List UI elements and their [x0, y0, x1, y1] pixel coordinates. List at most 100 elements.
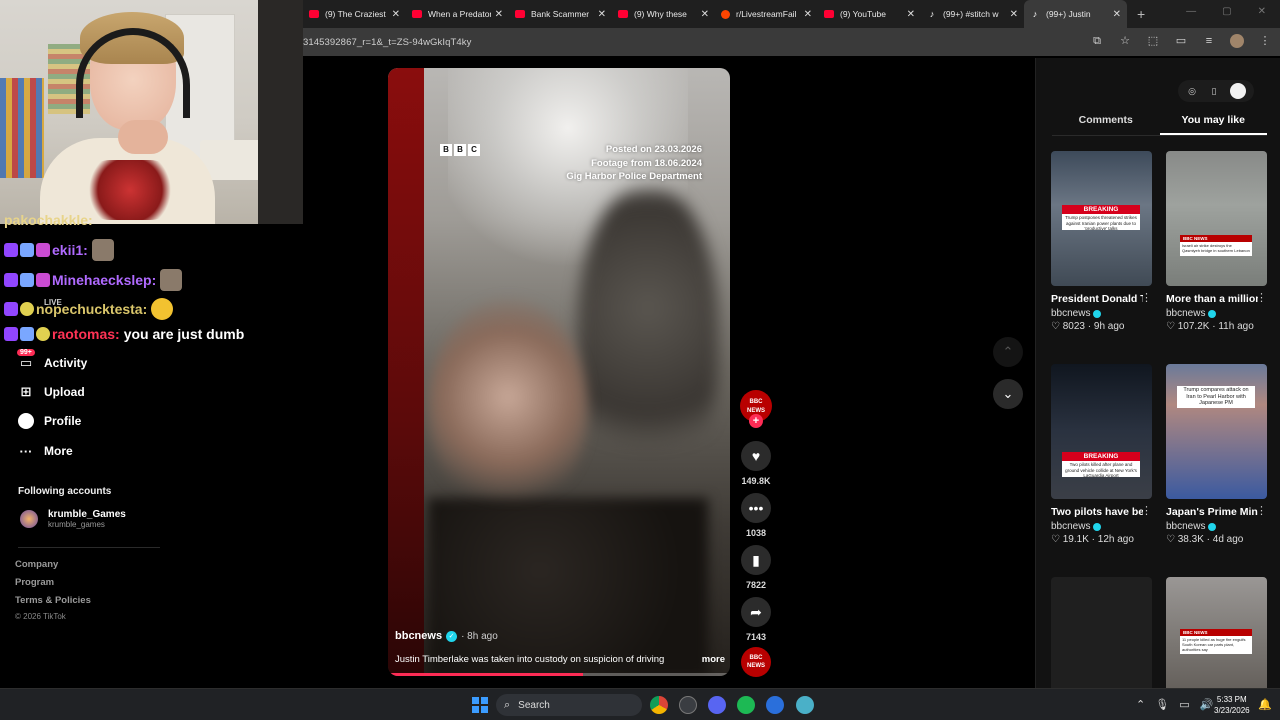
- close-tab-icon[interactable]: ✕: [907, 9, 915, 20]
- cast-icon[interactable]: ▭: [1174, 34, 1188, 48]
- app-icon[interactable]: [796, 696, 814, 714]
- taskbar-clock[interactable]: 5:33 PM 3/23/2026: [1214, 694, 1250, 716]
- footer-link-terms[interactable]: Terms & Policies: [15, 595, 91, 606]
- url-text[interactable]: 3145392867_r=1&_t=ZS-94wGkIqT4ky: [303, 37, 472, 48]
- browser-menu-icon[interactable]: ⋮: [1258, 34, 1272, 48]
- volume-icon[interactable]: 🔊: [1200, 698, 1214, 711]
- youtube-icon: [824, 10, 834, 18]
- gift-badge-icon: [20, 243, 34, 257]
- sound-disc[interactable]: BBC NEWS: [741, 647, 771, 677]
- more-button[interactable]: more: [702, 654, 725, 665]
- video-thumbnail[interactable]: BBC NEWS Israeli air strike destroys the…: [1166, 151, 1267, 286]
- browser-tab[interactable]: (9) Why these ✕: [612, 0, 715, 28]
- close-tab-icon[interactable]: ✕: [598, 9, 606, 20]
- chevron-up-icon[interactable]: ⌃: [1136, 698, 1145, 711]
- recommended-video-card[interactable]: BREAKING Two pilots killed after plane a…: [1051, 364, 1152, 545]
- browser-tab[interactable]: (9) YouTube ✕: [818, 0, 921, 28]
- video-thumbnail[interactable]: Trump compares attack on Iran to Pearl H…: [1166, 364, 1267, 499]
- notification-bell-icon[interactable]: 🔔: [1258, 698, 1272, 711]
- card-menu-icon[interactable]: ⋮: [1256, 291, 1267, 304]
- address-bar[interactable]: 3145392867_r=1&_t=ZS-94wGkIqT4ky ⧉ ☆ ⬚ ▭…: [303, 28, 1280, 56]
- video-progress-bar[interactable]: [388, 673, 730, 676]
- save-button[interactable]: ▮ 7822: [740, 545, 772, 590]
- taskbar-search[interactable]: ⌕ Search: [496, 694, 642, 716]
- verified-icon: ✓: [446, 630, 458, 642]
- video-thumbnail[interactable]: BREAKING Two pilots killed after plane a…: [1051, 364, 1152, 499]
- card-menu-icon[interactable]: ⋮: [1141, 291, 1152, 304]
- chat-emote: [160, 269, 183, 291]
- compass-icon[interactable]: ◎: [1186, 85, 1198, 97]
- windows-start-icon[interactable]: [472, 697, 488, 713]
- share-icon: ➦: [741, 597, 771, 627]
- chat-message: nopechucktesta:: [4, 298, 174, 320]
- install-app-icon[interactable]: ⧉: [1090, 34, 1104, 48]
- close-tab-icon[interactable]: ✕: [1010, 9, 1018, 20]
- footer-link-program[interactable]: Program: [15, 577, 54, 588]
- footer-link-company[interactable]: Company: [15, 559, 58, 570]
- tab-comments[interactable]: Comments: [1052, 114, 1160, 135]
- panel-tabs: Comments You may like: [1052, 114, 1267, 136]
- microphone-icon[interactable]: 🎙: [1155, 698, 1169, 711]
- video-thumbnail[interactable]: BREAKING Trump postpones threatened stri…: [1051, 151, 1152, 286]
- discord-icon[interactable]: [708, 696, 726, 714]
- card-menu-icon[interactable]: ⋮: [1141, 504, 1152, 517]
- recommended-video-card[interactable]: BBC NEWS Israeli air strike destroys the…: [1166, 151, 1267, 332]
- sidebar-item-profile[interactable]: Profile: [18, 410, 81, 432]
- close-tab-icon[interactable]: ✕: [701, 9, 709, 20]
- following-account[interactable]: krumble_Games krumble_games: [20, 509, 126, 529]
- chat-emote: [91, 239, 114, 261]
- spotify-icon[interactable]: [737, 696, 755, 714]
- close-window-icon[interactable]: ✕: [1258, 6, 1266, 17]
- browser-tab[interactable]: ♪ (99+) #stitch w ✕: [921, 0, 1024, 28]
- verified-icon: [1093, 309, 1102, 318]
- avatar: [20, 510, 38, 528]
- heart-outline-icon: ♡: [1166, 534, 1178, 545]
- browser-tab[interactable]: r/LivestreamFail ✕: [715, 0, 818, 28]
- theme-toggle[interactable]: [1230, 83, 1246, 99]
- new-tab-button[interactable]: +: [1137, 6, 1145, 22]
- minimize-icon[interactable]: —: [1186, 6, 1196, 17]
- close-tab-icon[interactable]: ✕: [392, 9, 400, 20]
- recommended-video-card[interactable]: BREAKING Trump postpones threatened stri…: [1051, 151, 1152, 332]
- comment-button[interactable]: ••• 1038: [740, 493, 772, 538]
- next-video-button[interactable]: ⌄: [993, 379, 1023, 409]
- like-button[interactable]: ♥ 149.8K: [740, 441, 772, 486]
- chat-message: pakochakkle:: [4, 212, 93, 228]
- extensions-icon[interactable]: ⬚: [1146, 34, 1160, 48]
- follow-button[interactable]: +: [749, 414, 763, 428]
- browser-tab-active[interactable]: ♪ (99+) Justin ✕: [1024, 0, 1127, 28]
- live-label: LIVE: [44, 298, 62, 307]
- tiktok-icon: ♪: [929, 9, 935, 19]
- video-description: Justin Timberlake was taken into custody…: [395, 654, 665, 665]
- sidebar-item-more[interactable]: ··· More: [18, 440, 73, 462]
- sidebar-item-activity[interactable]: ▭ 99+ Activity: [17, 349, 87, 374]
- previous-video-button[interactable]: ⌃: [993, 337, 1023, 367]
- settings-icon[interactable]: [679, 696, 697, 714]
- sidebar-item-upload[interactable]: ⊞ Upload: [18, 381, 85, 403]
- close-tab-icon[interactable]: ✕: [804, 9, 812, 20]
- close-tab-icon[interactable]: ✕: [1113, 9, 1121, 20]
- browser-tab[interactable]: Bank Scammer ✕: [509, 0, 612, 28]
- browser-tab[interactable]: (9) The Craziest ✕: [303, 0, 406, 28]
- media-control-icon[interactable]: ≡: [1202, 34, 1216, 48]
- phone-icon[interactable]: ▯: [1208, 85, 1220, 97]
- browser-toolbar: ⧉ ☆ ⬚ ▭ ≡ ⋮: [1090, 34, 1272, 48]
- verified-icon: [1208, 522, 1217, 531]
- share-button[interactable]: ➦ 7143: [740, 597, 772, 642]
- messenger-icon[interactable]: [766, 696, 784, 714]
- network-icon[interactable]: ▭: [1179, 698, 1189, 711]
- close-tab-icon[interactable]: ✕: [495, 9, 503, 20]
- card-menu-icon[interactable]: ⋮: [1256, 504, 1267, 517]
- tab-you-may-like[interactable]: You may like: [1159, 114, 1267, 135]
- dark-wall: [258, 0, 303, 224]
- profile-avatar[interactable]: [1230, 34, 1244, 48]
- bookmark-star-icon[interactable]: ☆: [1118, 34, 1132, 48]
- video-author[interactable]: bbcnews ✓ · 8h ago: [395, 630, 725, 642]
- video-player[interactable]: B B C Posted on 23.03.2026 Footage from …: [388, 68, 730, 676]
- chrome-icon[interactable]: [650, 696, 668, 714]
- recommended-video-card[interactable]: Trump compares attack on Iran to Pearl H…: [1166, 364, 1267, 545]
- browser-tab[interactable]: When a Predator ✕: [406, 0, 509, 28]
- maximize-icon[interactable]: ▢: [1222, 6, 1231, 17]
- subscriber-badge-icon: [4, 302, 18, 316]
- bookmark-icon: ▮: [741, 545, 771, 575]
